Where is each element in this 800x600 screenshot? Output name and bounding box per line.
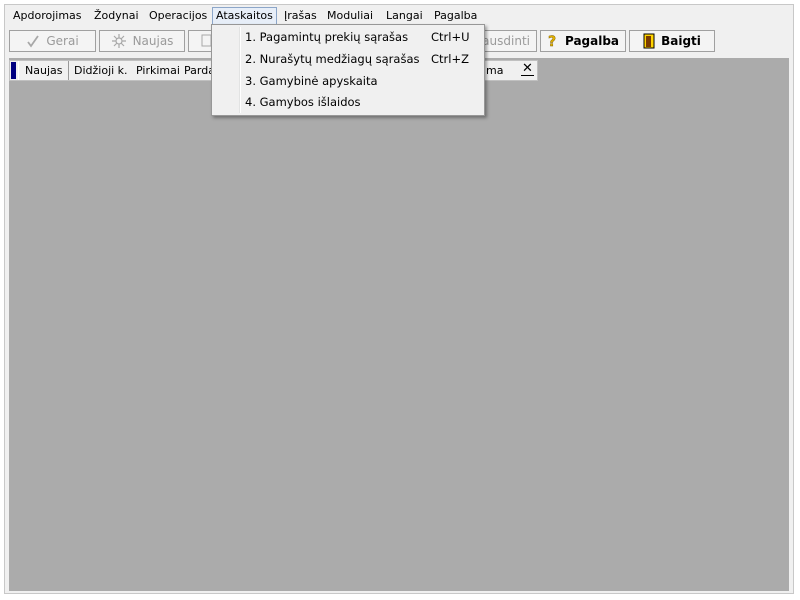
menu-item-label: 4. Gamybos išlaidos [245, 95, 361, 109]
menu-item-gamybine-apyskaita[interactable]: 3. Gamybinė apyskaita [214, 71, 482, 92]
menu-ataskaitos[interactable]: Ataskaitos [212, 7, 277, 25]
menu-langai[interactable]: Langai [383, 8, 426, 24]
menu-item-nurasytu-medziagu[interactable]: 2. Nurašytų medžiagų sąrašas Ctrl+Z [214, 49, 482, 70]
ataskaitos-dropdown: 1. Pagamintų prekių sąrašas Ctrl+U 2. Nu… [211, 24, 485, 116]
question-icon: ? [547, 33, 559, 49]
menu-apdorojimas[interactable]: Apdorojimas [10, 8, 85, 24]
menu-moduliai[interactable]: Moduliai [324, 8, 376, 24]
menu-item-label: 1. Pagamintų prekių sąrašas [245, 30, 409, 44]
svg-text:?: ? [548, 34, 556, 49]
mdi-client-area: Naujas Didžioji k. Pirkimai Pardav ma ✕ [9, 58, 789, 591]
pagalba-label: Pagalba [564, 34, 620, 48]
menu-item-shortcut: Ctrl+Z [431, 52, 469, 66]
checkmark-icon [26, 34, 40, 48]
exit-door-icon [643, 33, 655, 49]
menu-item-label: 2. Nurašytų medžiagų sąrašas [245, 52, 420, 66]
menu-pagalba[interactable]: Pagalba [431, 8, 480, 24]
new-sparkle-icon [111, 33, 127, 49]
baigti-label: Baigti [661, 34, 701, 48]
gerai-button[interactable]: Gerai [9, 30, 96, 52]
naujas-button[interactable]: Naujas [99, 30, 185, 52]
close-icon[interactable]: ✕ [521, 62, 534, 76]
active-tab-marker [11, 62, 16, 79]
naujas-label: Naujas [132, 34, 174, 48]
menu-operacijos[interactable]: Operacijos [146, 8, 210, 24]
menu-item-shortcut: Ctrl+U [431, 30, 470, 44]
menu-zodynai[interactable]: Žodynai [91, 8, 142, 24]
tab-naujas[interactable]: Naujas [18, 61, 70, 80]
menu-irasas[interactable]: Įrašas [281, 8, 320, 24]
gerai-label: Gerai [46, 34, 79, 48]
tab-didzioji-knyga[interactable]: Didžioji k. [68, 61, 134, 80]
menu-item-label: 3. Gamybinė apyskaita [245, 74, 378, 88]
pagalba-button[interactable]: ? Pagalba [540, 30, 626, 52]
menu-item-gamybos-islaidos[interactable]: 4. Gamybos išlaidos [214, 92, 482, 113]
baigti-button[interactable]: Baigti [629, 30, 715, 52]
menu-item-pagamintu-prekiu[interactable]: 1. Pagamintų prekių sąrašas Ctrl+U [214, 27, 482, 48]
